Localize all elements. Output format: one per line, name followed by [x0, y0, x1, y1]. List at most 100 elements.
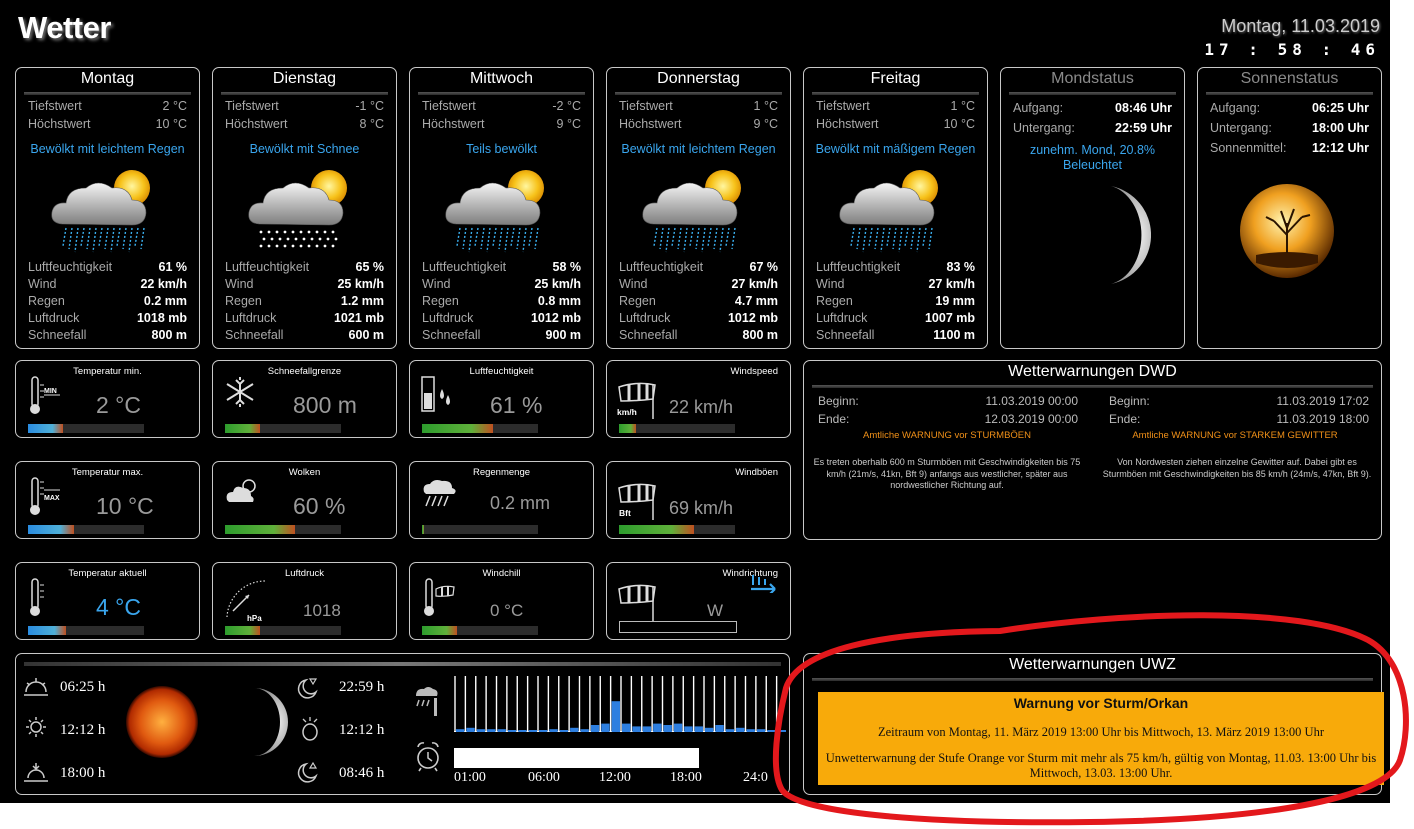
rain-bar [549, 729, 558, 732]
windchill-icon [420, 577, 460, 624]
moonrise-icon [297, 761, 318, 783]
rain-row: Regen 1.2 mm [225, 294, 384, 311]
stat-tile: Windspeed km/h 22 km/h [606, 360, 791, 438]
rain-bar [611, 701, 620, 732]
min-temp-row: Tiefstwert -2 °C [422, 99, 581, 116]
level-bar-fill [422, 424, 493, 433]
condition-text: Teils bewölkt [466, 142, 537, 156]
rain-bar [601, 723, 610, 732]
wind-label: Wind [816, 277, 845, 291]
min-temp-row: Tiefstwert -1 °C [225, 99, 384, 116]
moonrise-label: Aufgang: [1013, 101, 1064, 115]
rain-bar [487, 729, 496, 732]
rain-bar [746, 729, 755, 732]
x-tick-label: 01:00 [454, 770, 486, 785]
svg-text:Bft: Bft [619, 508, 631, 518]
pressure-row: Luftdruck 1021 mb [225, 311, 384, 328]
rain-label: Regen [619, 294, 656, 308]
moonrise-row: Aufgang: 08:46 Uhr [1013, 101, 1172, 118]
divider [1206, 92, 1373, 95]
sun-globe-icon [1240, 184, 1334, 278]
max-temp-value: 8 °C [359, 117, 384, 131]
alarm-clock-icon [417, 742, 439, 772]
level-bar-track [422, 525, 538, 534]
level-bar-track [225, 525, 341, 534]
rain-chart [454, 676, 786, 732]
stat-tile: Windchill 0 °C [409, 562, 594, 640]
rain-bar [767, 730, 776, 732]
cloud-sun-rain-icon [839, 170, 938, 253]
sunset-label: Untergang: [1210, 121, 1272, 135]
rain-bar [590, 725, 600, 732]
warning-2-end-label: Ende: [1109, 412, 1141, 426]
pressure-row: Luftdruck 1007 mb [816, 311, 975, 328]
rain-bar [673, 723, 683, 732]
thermometer-max-icon: MAX [26, 476, 66, 523]
dwd-warnings-panel: Wetterwarnungen DWD Beginn: 11.03.2019 0… [803, 360, 1382, 540]
windsock-bft-icon: Bft [617, 480, 659, 527]
tile-value: 1018 [303, 601, 341, 620]
divider [418, 92, 585, 95]
tile-title: Windböen [735, 467, 778, 478]
snowline-label: Schneefall [619, 328, 678, 342]
rain-value: 0.2 mm [143, 294, 187, 308]
sunset-value: 18:00 Uhr [1312, 121, 1369, 135]
level-bar-track [28, 525, 144, 534]
moonset-icon [297, 678, 318, 699]
min-temp-row: Tiefstwert 2 °C [28, 99, 187, 116]
divider [1009, 92, 1176, 95]
rain-value: 1.2 mm [340, 294, 384, 308]
rain-label: Regen [225, 294, 262, 308]
wind-value: 27 km/h [928, 277, 975, 291]
pressure-row: Luftdruck 1012 mb [619, 311, 778, 328]
rain-bar [570, 727, 579, 732]
warning-1-headline: Amtliche WARNUNG vor STURMBÖEN [862, 430, 1032, 441]
app-title: Wetter [18, 10, 111, 45]
max-temp-label: Höchstwert [619, 117, 682, 131]
level-bar-track [619, 621, 737, 633]
snowline-row: Schneefall 600 m [225, 328, 384, 345]
stat-tile: Regenmenge 0.2 mm [409, 461, 594, 539]
moon-noon-time: 12:12 h [339, 722, 385, 738]
humidity-label: Luftfeuchtigkeit [422, 260, 507, 274]
stat-tile: Luftdruck hPa 1018 [212, 562, 397, 640]
rain-bar [756, 729, 766, 732]
uwz-period: Zeitraum von Montag, 11. März 2019 13:00… [877, 725, 1324, 739]
level-bar-fill [28, 525, 74, 534]
wind-value: 25 km/h [337, 277, 384, 291]
tile-value: 60 % [293, 493, 346, 519]
level-bar-fill [28, 424, 63, 433]
rain-label: Regen [422, 294, 459, 308]
snowline-value: 900 m [545, 328, 581, 342]
current-time: 17 : 58 : 46 [1204, 40, 1380, 59]
humidity-label: Luftfeuchtigkeit [816, 260, 901, 274]
rain-bar [476, 729, 486, 732]
x-tick-label: 18:00 [670, 770, 702, 785]
stat-tile: Schneefallgrenze 800 m [212, 360, 397, 438]
rain-bar [684, 726, 693, 732]
uwz-headline: Warnung vor Sturm/Orkan [1013, 695, 1189, 711]
level-bar-fill [422, 626, 457, 635]
moon-image [254, 688, 288, 756]
x-tick-label: 06:00 [528, 770, 560, 785]
daylight-panel: 06:25 h 12:12 h 18:00 h 22:59 h 12:12 h … [15, 653, 790, 795]
x-tick-label: 24:0 [743, 770, 768, 785]
warning-2-headline: Amtliche WARNUNG vor STARKEM GEWITTER [1132, 430, 1338, 441]
moon-status-card: Mondstatus Aufgang: 08:46 Uhr Untergang: 2… [1000, 67, 1185, 349]
rain-bar [642, 726, 652, 732]
max-temp-row: Höchstwert 10 °C [816, 117, 975, 134]
svg-text:km/h: km/h [617, 407, 637, 417]
pressure-label: Luftdruck [28, 311, 80, 325]
sun-status-title: Sonnenstatus [1240, 70, 1339, 87]
rain-row: Regen 0.2 mm [28, 294, 187, 311]
max-temp-value: 10 °C [155, 117, 187, 131]
rain-value: 19 mm [935, 294, 975, 308]
rain-cloud-icon [420, 476, 460, 517]
svg-text:MIN: MIN [44, 388, 57, 395]
min-temp-label: Tiefstwert [816, 99, 870, 113]
divider [24, 92, 191, 95]
sunrise-label: Aufgang: [1210, 101, 1261, 115]
moonset-time: 22:59 h [339, 679, 385, 695]
level-bar-track [619, 525, 735, 534]
rain-bar [507, 730, 517, 732]
